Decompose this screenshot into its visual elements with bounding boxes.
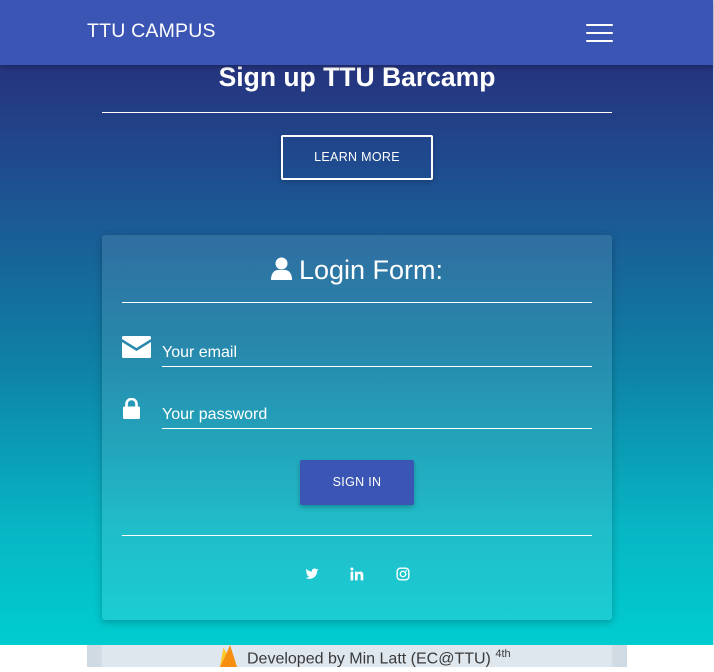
login-form-card: Login Form: SIGN IN xyxy=(102,235,612,620)
linkedin-icon[interactable] xyxy=(350,567,364,586)
envelope-icon xyxy=(122,336,151,363)
footer-credit: Developed by Min Latt (EC@TTU) 4th xyxy=(247,648,511,668)
title-divider xyxy=(102,112,612,113)
form-divider xyxy=(122,302,592,303)
twitter-icon[interactable] xyxy=(305,567,319,586)
navbar-brand[interactable]: TTU CAMPUS xyxy=(87,20,216,43)
sign-in-button[interactable]: SIGN IN xyxy=(300,460,414,505)
social-divider xyxy=(122,535,592,536)
login-form-title-text: Login Form: xyxy=(298,255,444,285)
navbar: TTU CAMPUS xyxy=(0,0,713,65)
lock-icon xyxy=(123,397,140,424)
instagram-icon[interactable] xyxy=(396,567,410,586)
learn-more-button[interactable]: LEARN MORE xyxy=(281,135,433,180)
login-form-title: Login Form: xyxy=(102,255,612,288)
password-field[interactable] xyxy=(162,402,592,429)
footer-credit-text: Developed by Min Latt (EC@TTU) xyxy=(247,650,496,668)
page-title: Sign up TTU Barcamp xyxy=(218,62,496,92)
footer-superscript: 4th xyxy=(495,648,511,660)
email-field[interactable] xyxy=(162,340,592,367)
flame-icon xyxy=(218,645,238,672)
hamburger-menu-icon[interactable] xyxy=(586,22,613,44)
user-icon xyxy=(270,257,292,288)
